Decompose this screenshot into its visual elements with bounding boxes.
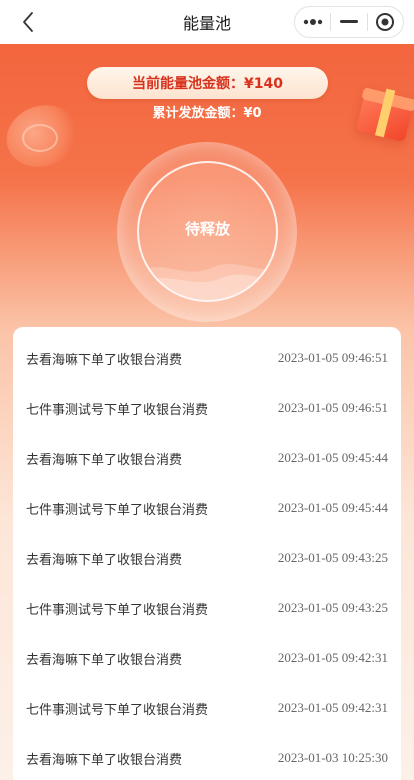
more-dots-icon — [303, 19, 322, 25]
chevron-left-icon — [23, 12, 33, 32]
record-time: 2023-01-05 09:42:31 — [277, 700, 388, 715]
record-description: 去看海嘛下单了收银台消费 — [26, 452, 183, 468]
record-description: 七件事测试号下单了收银台消费 — [26, 702, 209, 718]
record-description: 七件事测试号下单了收银台消费 — [26, 402, 209, 418]
record-time: 2023-01-05 09:43:25 — [277, 550, 388, 565]
record-time: 2023-01-05 09:43:25 — [277, 600, 388, 615]
list-item: 去看海嘛下单了收银台消费 2023-01-03 10:25:30 — [13, 733, 401, 780]
current-pool-amount: 当前能量池金额：¥140 — [87, 67, 328, 99]
record-time: 2023-01-05 09:42:31 — [277, 650, 388, 665]
record-description: 去看海嘛下单了收银台消费 — [26, 652, 183, 668]
list-item: 去看海嘛下单了收银台消费 2023-01-05 09:43:25 — [13, 533, 401, 583]
page-title: 能量池 — [182, 14, 231, 33]
consumption-record-list: 去看海嘛下单了收银台消费 2023-01-05 09:46:51 七件事测试号下… — [13, 327, 401, 780]
energy-pool-hero: 当前能量池金额：¥140 累计发放金额：¥0 待释放 — [0, 44, 414, 334]
coin-ring-decoration — [22, 124, 58, 152]
record-description: 七件事测试号下单了收银台消费 — [26, 602, 209, 618]
record-time: 2023-01-05 09:45:44 — [277, 500, 388, 515]
list-item: 七件事测试号下单了收银台消费 2023-01-05 09:43:25 — [13, 583, 401, 633]
record-time: 2023-01-03 10:25:30 — [277, 750, 388, 765]
list-item: 七件事测试号下单了收银台消费 2023-01-05 09:45:44 — [13, 483, 401, 533]
list-item: 七件事测试号下单了收银台消费 2023-01-05 09:46:51 — [13, 383, 401, 433]
list-item: 去看海嘛下单了收银台消费 2023-01-05 09:45:44 — [13, 433, 401, 483]
navigation-bar: 能量池 — [0, 0, 414, 44]
back-button[interactable] — [16, 10, 40, 34]
more-button[interactable] — [295, 7, 330, 37]
minimize-button[interactable] — [331, 7, 366, 37]
target-close-icon — [376, 13, 395, 31]
record-description: 七件事测试号下单了收银台消费 — [26, 502, 209, 518]
close-button[interactable] — [368, 7, 403, 37]
pool-status-label: 待释放 — [184, 220, 230, 238]
record-time: 2023-01-05 09:45:44 — [277, 450, 388, 465]
record-time: 2023-01-05 09:46:51 — [277, 400, 388, 415]
list-item: 去看海嘛下单了收银台消费 2023-01-05 09:46:51 — [13, 333, 401, 383]
released-total-amount: 累计发放金额：¥0 — [152, 106, 262, 121]
mini-program-capsule — [294, 6, 404, 38]
minimize-icon — [339, 20, 358, 23]
record-description: 去看海嘛下单了收银台消费 — [26, 752, 183, 768]
record-time: 2023-01-05 09:46:51 — [277, 350, 388, 365]
list-item: 七件事测试号下单了收银台消费 2023-01-05 09:42:31 — [13, 683, 401, 733]
record-description: 去看海嘛下单了收银台消费 — [26, 352, 183, 368]
list-item: 去看海嘛下单了收银台消费 2023-01-05 09:42:31 — [13, 633, 401, 683]
record-description: 去看海嘛下单了收银台消费 — [26, 552, 183, 568]
